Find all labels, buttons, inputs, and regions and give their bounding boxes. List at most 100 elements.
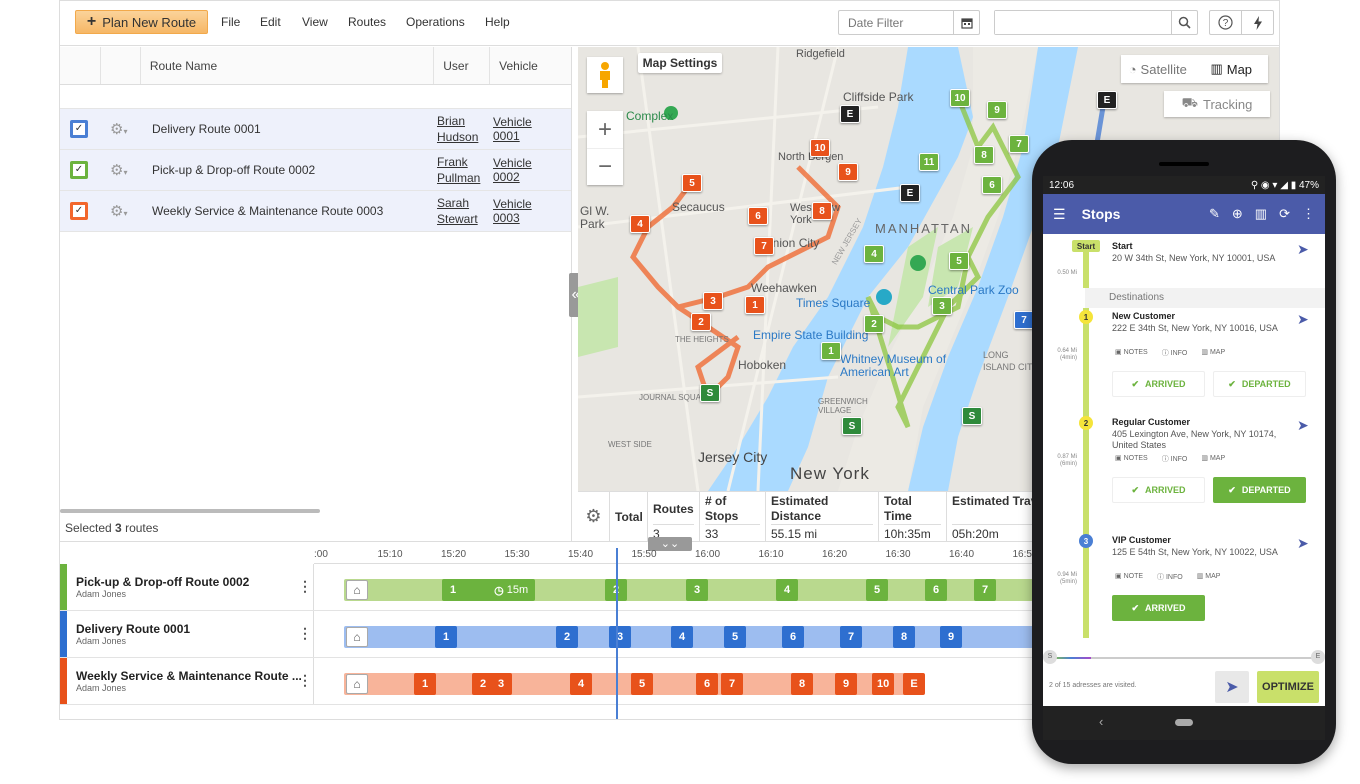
timeline-stop[interactable]: 9	[940, 626, 962, 648]
menu-routes[interactable]: Routes	[348, 15, 386, 29]
gear-icon[interactable]: ⚙▾	[110, 120, 134, 138]
route-checkbox[interactable]: ✓	[70, 202, 88, 220]
home-icon[interactable]: ⌂	[346, 580, 368, 600]
map-stop-marker[interactable]: S	[962, 407, 982, 425]
timeline-stop[interactable]: 8	[791, 673, 813, 695]
home-icon[interactable]: ⌂	[346, 674, 368, 694]
notes-button[interactable]: ▣ NOTE	[1115, 572, 1143, 582]
navigate-stop-icon[interactable]: ➤	[1297, 417, 1309, 434]
info-button[interactable]: ⓘ INFO	[1162, 454, 1188, 464]
map-button[interactable]: ▥ Map	[1195, 55, 1269, 83]
route-row[interactable]: ✓ ⚙▾ Delivery Route 0001 Brian Hudson Vehicle…	[60, 109, 571, 150]
route-user[interactable]: Brian Hudson	[437, 113, 493, 145]
navigate-button[interactable]: ➤	[1215, 671, 1249, 703]
notes-button[interactable]: ▣ NOTES	[1115, 454, 1148, 464]
map-stop-marker[interactable]: 4	[864, 245, 884, 263]
gear-icon[interactable]: ⚙▾	[110, 202, 134, 220]
timeline-stop[interactable]: 3	[609, 626, 631, 648]
map-settings-button[interactable]: Map Settings	[638, 53, 722, 73]
zoom-out-button[interactable]: −	[587, 148, 623, 185]
timeline-route-label[interactable]: Pick-up & Drop-off Route 0002 Adam Jones ⋮	[60, 564, 314, 610]
timeline-stop[interactable]: 10	[872, 673, 895, 695]
timeline-stop[interactable]: 4	[776, 579, 798, 601]
menu-edit[interactable]: Edit	[260, 15, 281, 29]
timeline-stop[interactable]: E	[903, 673, 925, 695]
lightning-icon[interactable]	[1241, 11, 1273, 34]
timeline-stop[interactable]: 8	[893, 626, 915, 648]
timeline-stop[interactable]: 2	[556, 626, 578, 648]
map-stop-marker[interactable]: 2	[864, 315, 884, 333]
timeline-stop[interactable]: 7	[721, 673, 743, 695]
arrived-button[interactable]: ✔ ARRIVED	[1112, 371, 1205, 397]
more-options-icon[interactable]: ⋮	[298, 625, 312, 642]
map-stop-marker[interactable]: 10	[950, 89, 970, 107]
more-options-icon[interactable]: ⋮	[298, 578, 312, 595]
map-stop-marker[interactable]: 6	[982, 176, 1002, 194]
timeline-stop[interactable]: 6	[696, 673, 718, 695]
home-pill-icon[interactable]	[1175, 719, 1193, 726]
map-stop-marker[interactable]: S	[842, 417, 862, 435]
route-checkbox[interactable]: ✓	[70, 120, 88, 138]
timeline-stop[interactable]: 1	[414, 673, 436, 695]
satellite-button[interactable]: ◔ Satellite	[1121, 55, 1195, 83]
timeline-stop[interactable]: 5	[724, 626, 746, 648]
route-vehicle[interactable]: Vehicle 0002	[493, 156, 559, 184]
map-stop-marker[interactable]: E	[840, 105, 860, 123]
date-filter[interactable]: Date Filter	[838, 10, 980, 35]
map-button[interactable]: ▥ MAP	[1201, 348, 1225, 358]
navigate-stop-icon[interactable]: ➤	[1297, 311, 1309, 328]
menu-operations[interactable]: Operations	[406, 15, 465, 29]
add-icon[interactable]: ⊕	[1232, 206, 1243, 222]
timeline-stop[interactable]: 6	[925, 579, 947, 601]
menu-view[interactable]: View	[302, 15, 328, 29]
horizontal-scrollbar[interactable]	[60, 509, 320, 513]
route-name[interactable]: Delivery Route 0001	[152, 122, 437, 136]
map-stop-marker[interactable]: E	[900, 184, 920, 202]
arrived-button[interactable]: ✔ ARRIVED	[1112, 595, 1205, 621]
gear-icon[interactable]: ⚙▾	[110, 161, 134, 179]
search-input[interactable]	[995, 11, 1171, 34]
help-icon[interactable]: ?	[1210, 11, 1241, 34]
route-vehicle[interactable]: Vehicle 0003	[493, 197, 559, 225]
street-view-pegman-icon[interactable]	[587, 57, 623, 93]
timeline-stop[interactable]: 5	[631, 673, 653, 695]
timeline-stop[interactable]: 3	[686, 579, 708, 601]
timeline-stop[interactable]: 1 ◷ 15m	[442, 579, 535, 601]
timeline-stop[interactable]: 3	[490, 673, 512, 695]
optimize-button[interactable]: OPTIMIZE	[1257, 671, 1319, 703]
departed-button[interactable]: ✔ DEPARTED	[1213, 371, 1306, 397]
map-stop-marker[interactable]: 10	[810, 139, 830, 157]
menu-help[interactable]: Help	[485, 15, 510, 29]
more-options-icon[interactable]: ⋮	[1302, 206, 1315, 222]
map-stop-marker[interactable]: 6	[748, 207, 768, 225]
menu-file[interactable]: File	[221, 15, 240, 29]
timeline-route-label[interactable]: Delivery Route 0001 Adam Jones ⋮	[60, 611, 314, 657]
timeline-stop[interactable]: 4	[671, 626, 693, 648]
timeline-stop[interactable]: 7	[974, 579, 996, 601]
map-stop-marker[interactable]: 9	[987, 101, 1007, 119]
map-stop-marker[interactable]: 7	[754, 237, 774, 255]
map-stop-marker[interactable]: 9	[838, 163, 858, 181]
plan-new-route-button[interactable]: + Plan New Route	[75, 10, 208, 34]
timeline-stop[interactable]: 4	[570, 673, 592, 695]
navigate-start-icon[interactable]: ➤	[1297, 241, 1309, 258]
edit-icon[interactable]: ✎	[1209, 206, 1220, 222]
header-vehicle[interactable]: Vehicle	[490, 47, 571, 84]
departed-button[interactable]: ✔ DEPARTED	[1213, 477, 1306, 503]
map-stop-marker[interactable]: E	[1097, 91, 1117, 109]
notes-button[interactable]: ▣ NOTES	[1115, 348, 1148, 358]
header-route-name[interactable]: Route Name	[141, 47, 435, 84]
timeline-stop[interactable]: 7	[840, 626, 862, 648]
map-stop-marker[interactable]: 7	[1014, 311, 1034, 329]
timeline-route-label[interactable]: Weekly Service & Maintenance Route ... Ad…	[60, 658, 314, 704]
map-stop-marker[interactable]: 3	[932, 297, 952, 315]
hamburger-menu-icon[interactable]: ☰	[1053, 206, 1066, 223]
summary-settings-gear-icon[interactable]: ⚙	[578, 492, 610, 541]
map-stop-marker[interactable]: S	[700, 384, 720, 402]
map-stop-marker[interactable]: 8	[974, 146, 994, 164]
timeline-stop[interactable]: 9	[835, 673, 857, 695]
home-icon[interactable]: ⌂	[346, 627, 368, 647]
timeline-stop[interactable]: 6	[782, 626, 804, 648]
route-row[interactable]: ✓ ⚙▾ Pick-up & Drop-off Route 0002 Frank Pul…	[60, 150, 571, 191]
timeline-stop[interactable]: 1	[435, 626, 457, 648]
